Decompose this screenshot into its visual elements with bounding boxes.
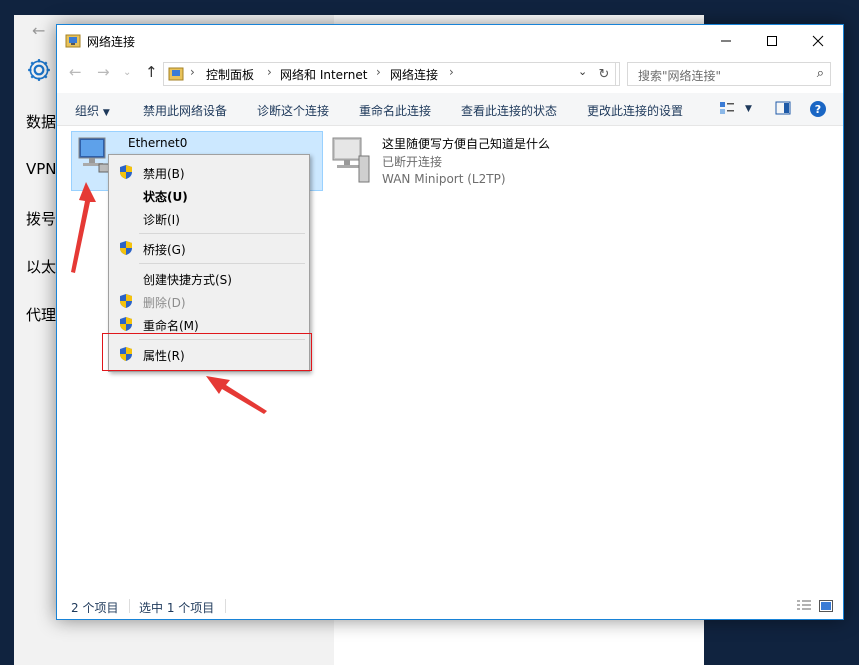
item-count: 2 个项目 [71, 601, 119, 615]
uac-shield-icon [120, 317, 132, 331]
status-divider [129, 599, 130, 613]
settings-nav-item[interactable]: 以太 [26, 256, 56, 277]
forward-icon[interactable]: → [97, 63, 110, 81]
status-divider [225, 599, 226, 613]
menu-separator [139, 233, 305, 234]
control-panel-icon [168, 67, 184, 81]
menu-item-create-shortcut[interactable]: 创建快捷方式(S) [109, 267, 309, 289]
organize-menu[interactable]: 组织 ▼ [75, 102, 110, 119]
large-icons-view-icon[interactable] [819, 599, 833, 613]
minimize-icon [721, 40, 731, 42]
preview-pane-icon[interactable] [775, 100, 791, 116]
window-title: 网络连接 [87, 35, 136, 49]
menu-label: 状态(U) [143, 190, 188, 204]
refresh-icon: ↻ [598, 66, 610, 82]
close-icon [812, 35, 824, 47]
menu-item-delete: 删除(D) [109, 290, 309, 312]
breadcrumb-separator-icon: › [449, 65, 454, 79]
address-dropdown-icon[interactable]: ⌄ [578, 65, 587, 78]
settings-nav-item[interactable]: 拨号 [26, 208, 56, 229]
maximize-icon [767, 36, 777, 46]
uac-shield-icon [120, 241, 132, 255]
uac-shield-icon [120, 294, 132, 308]
close-button[interactable] [795, 25, 841, 57]
breadcrumb-separator-icon: › [267, 65, 272, 79]
view-status-button[interactable]: 查看此连接的状态 [461, 102, 557, 119]
settings-nav-item[interactable]: 数据 [26, 111, 56, 132]
settings-nav-item[interactable]: VPN [26, 160, 57, 178]
menu-label: 创建快捷方式(S) [143, 273, 232, 287]
connection-name: Ethernet0 [128, 136, 188, 150]
minimize-button[interactable] [703, 25, 749, 57]
menu-label: 禁用(B) [143, 167, 185, 181]
connection-status: 已断开连接 [382, 155, 443, 169]
disable-device-button[interactable]: 禁用此网络设备 [143, 102, 227, 119]
menu-item-rename[interactable]: 重命名(M) [109, 313, 309, 335]
view-dropdown-icon[interactable]: ▼ [745, 104, 752, 114]
help-icon[interactable]: ? [809, 100, 827, 118]
recent-locations-icon[interactable]: ⌄ [123, 67, 131, 78]
address-bar[interactable]: › 控制面板 › 网络和 Internet › 网络连接 › ⌄ [163, 62, 620, 86]
breadcrumb-network-connections[interactable]: 网络连接 [390, 66, 438, 83]
up-icon[interactable]: ↑ [145, 63, 158, 81]
search-placeholder: 搜索"网络连接" [638, 69, 722, 83]
menu-item-status[interactable]: 状态(U) [109, 184, 309, 206]
annotation-highlight-box [102, 333, 312, 371]
rename-button[interactable]: 重命名此连接 [359, 102, 431, 119]
refresh-button[interactable]: ↻ [593, 62, 616, 86]
breadcrumb-control-panel[interactable]: 控制面板 [206, 66, 254, 83]
menu-separator [139, 263, 305, 264]
svg-text:?: ? [815, 103, 821, 116]
menu-item-disable[interactable]: 禁用(B) [109, 161, 309, 183]
status-bar: 2 个项目 选中 1 个项目 [57, 594, 843, 618]
breadcrumb-separator-icon: › [190, 65, 195, 79]
back-icon[interactable]: ← [69, 63, 82, 81]
view-options-icon[interactable] [719, 100, 735, 116]
menu-item-diagnose[interactable]: 诊断(I) [109, 207, 309, 229]
menu-label: 删除(D) [143, 296, 186, 310]
change-settings-button[interactable]: 更改此连接的设置 [587, 102, 683, 119]
network-adapter-disconnected-icon [332, 137, 370, 183]
gear-icon[interactable] [26, 57, 52, 83]
uac-shield-icon [120, 165, 132, 179]
connection-device: WAN Miniport (L2TP) [382, 172, 506, 186]
back-arrow-icon[interactable]: ← [32, 21, 45, 40]
menu-label: 重命名(M) [143, 319, 199, 333]
selected-count: 选中 1 个项目 [139, 601, 215, 615]
breadcrumb-separator-icon: › [376, 65, 381, 79]
title-bar[interactable]: 网络连接 [57, 25, 843, 57]
maximize-button[interactable] [749, 25, 795, 57]
menu-label: 桥接(G) [143, 243, 186, 257]
diagnose-button[interactable]: 诊断这个连接 [257, 102, 329, 119]
menu-label: 诊断(I) [143, 213, 180, 227]
network-folder-icon [65, 34, 81, 48]
details-view-icon[interactable] [797, 600, 811, 612]
settings-nav-item[interactable]: 代理 [26, 304, 56, 325]
connection-name: 这里随便写方便自己知道是什么 [382, 137, 551, 151]
search-icon[interactable]: ⌕ [817, 66, 824, 81]
search-box[interactable]: 搜索"网络连接" ⌕ [627, 62, 831, 86]
command-bar: 组织 ▼ 禁用此网络设备 诊断这个连接 重命名此连接 查看此连接的状态 更改此连… [57, 93, 843, 126]
breadcrumb-network-internet[interactable]: 网络和 Internet [280, 66, 367, 83]
menu-item-bridge[interactable]: 桥接(G) [109, 237, 309, 259]
